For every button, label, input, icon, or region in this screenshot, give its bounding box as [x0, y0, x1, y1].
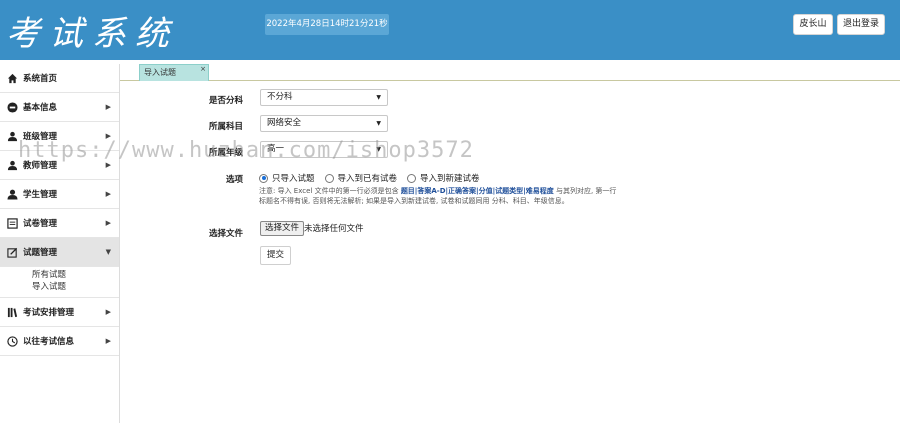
- caret-down-icon: ▼: [376, 146, 381, 153]
- tab-import-questions[interactable]: 导入试题 ×: [139, 64, 209, 81]
- chevron-right-icon: ▶: [105, 337, 111, 345]
- radio-import-only[interactable]: [259, 173, 268, 183]
- chevron-right-icon: ▶: [105, 161, 111, 169]
- file-status: 未选择任何文件: [304, 224, 364, 234]
- close-icon[interactable]: ×: [200, 62, 206, 77]
- options-label: 选项: [225, 175, 243, 185]
- chevron-right-icon: ▶: [105, 308, 111, 316]
- chevron-right-icon: ▶: [105, 190, 111, 198]
- caret-down-icon: ▼: [376, 120, 381, 127]
- note-prefix: 注意: 导入 Excel 文件中的第一行必须是包含: [259, 187, 399, 195]
- submit-button[interactable]: 提交: [260, 246, 291, 265]
- import-note: 注意: 导入 Excel 文件中的第一行必须是包含 题目|答案A-D|正确答案|…: [259, 186, 619, 206]
- choose-file-button[interactable]: 选择文件: [260, 221, 305, 236]
- sidebar-item-label: 学生管理: [23, 190, 58, 200]
- subject-label: 所属科目: [208, 122, 243, 132]
- question-submenu: 所有试题 导入试题: [0, 267, 119, 298]
- tab-label: 导入试题: [144, 68, 176, 77]
- caret-down-icon: ▼: [376, 94, 381, 101]
- sidebar-item-label: 试卷管理: [23, 219, 58, 229]
- sidebar-item-student[interactable]: 学生管理 ▶: [0, 180, 119, 209]
- sidebar-item-teacher[interactable]: 教师管理 ▶: [0, 151, 119, 180]
- sidebar-item-class[interactable]: 班级管理 ▶: [0, 122, 119, 151]
- sidebar: 系统首页 基本信息 ▶ 班级管理 ▶ 教师管理 ▶ 学生管理 ▶ 试卷管理 ▶: [0, 64, 120, 423]
- chevron-right-icon: ▶: [105, 132, 111, 140]
- sidebar-item-home[interactable]: 系统首页: [0, 64, 119, 93]
- subject-select[interactable]: 网络安全 ▼: [260, 115, 388, 132]
- radio-import-existing[interactable]: [324, 173, 334, 183]
- chevron-right-icon: ▶: [105, 219, 111, 227]
- current-datetime: 2022年4月28日14时21分21秒: [265, 14, 389, 35]
- logout-button[interactable]: 退出登录: [837, 14, 885, 35]
- chevron-right-icon: ▶: [105, 103, 111, 111]
- clock-icon: [6, 335, 18, 347]
- sidebar-item-paper[interactable]: 试卷管理 ▶: [0, 209, 119, 238]
- grade-select[interactable]: 高一 ▼: [260, 141, 388, 158]
- submenu-all-questions[interactable]: 所有试题: [32, 269, 119, 281]
- home-icon: [6, 72, 18, 84]
- chevron-down-icon: ▼: [105, 248, 111, 256]
- import-mode-radios: 只导入试题 导入到已有试卷 导入到新建试卷: [259, 172, 490, 184]
- app-logo: 考试系统: [6, 14, 178, 54]
- question-icon: [6, 246, 18, 258]
- grade-select-value: 高一: [267, 144, 285, 154]
- sidebar-item-history[interactable]: 以往考试信息 ▶: [0, 327, 119, 356]
- sidebar-item-label: 试题管理: [23, 248, 58, 258]
- split-label: 是否分科: [208, 96, 243, 106]
- header-bar: 考试系统 2022年4月28日14时21分21秒 皮长山 退出登录: [0, 0, 900, 60]
- sidebar-item-label: 系统首页: [23, 74, 58, 84]
- grade-label: 所属年级: [208, 148, 243, 158]
- subject-select-value: 网络安全: [267, 118, 302, 128]
- file-label: 选择文件: [208, 229, 243, 239]
- sidebar-item-label: 班级管理: [23, 132, 58, 142]
- group-icon: [6, 130, 18, 142]
- split-select-value: 不分科: [267, 92, 293, 102]
- tab-bar: 导入试题 ×: [120, 64, 900, 81]
- sidebar-item-label: 教师管理: [23, 161, 58, 171]
- radio-label: 导入到已有试卷: [337, 174, 398, 184]
- student-icon: [6, 188, 18, 200]
- note-fields: 题目|答案A-D|正确答案|分值|试题类型|难易程度: [400, 187, 554, 195]
- sidebar-item-label: 基本信息: [23, 103, 58, 113]
- sidebar-item-info[interactable]: 基本信息 ▶: [0, 93, 119, 122]
- radio-import-new[interactable]: [407, 173, 417, 183]
- schedule-icon: [6, 306, 18, 318]
- split-select[interactable]: 不分科 ▼: [260, 89, 388, 106]
- user-button[interactable]: 皮长山: [793, 14, 833, 35]
- sidebar-item-question[interactable]: 试题管理 ▼: [0, 238, 119, 267]
- info-icon: [6, 101, 18, 113]
- submenu-import-questions[interactable]: 导入试题: [32, 281, 119, 293]
- sidebar-item-schedule[interactable]: 考试安排管理 ▶: [0, 298, 119, 327]
- teacher-icon: [6, 159, 18, 171]
- sidebar-item-label: 以往考试信息: [23, 337, 75, 347]
- radio-label: 只导入试题: [272, 174, 315, 184]
- sidebar-item-label: 考试安排管理: [23, 308, 75, 318]
- radio-label: 导入到新建试卷: [420, 174, 480, 184]
- paper-icon: [6, 217, 18, 229]
